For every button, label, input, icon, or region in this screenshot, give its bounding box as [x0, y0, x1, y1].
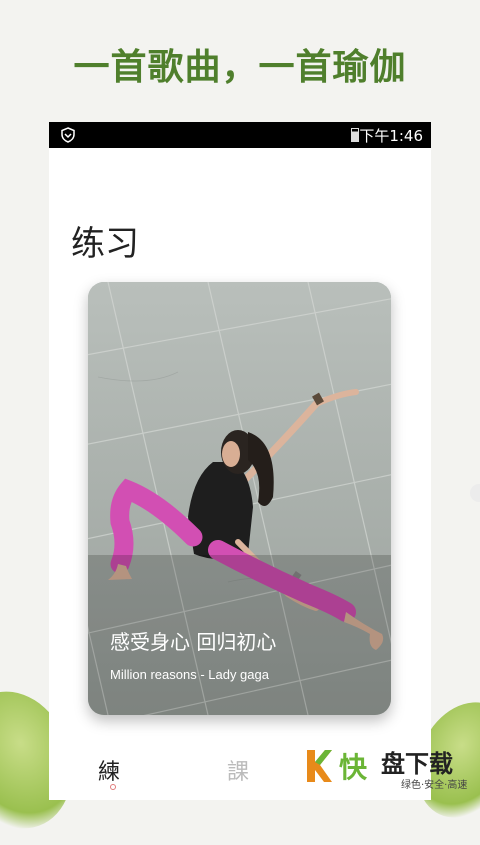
watermark-tagline: 绿色·安全·高速 — [401, 780, 468, 791]
practice-card[interactable]: 感受身心 回归初心 Million reasons - Lady gaga — [88, 282, 391, 715]
status-time: 下午1:46 — [359, 127, 423, 145]
card-song-title: Million reasons - Lady gaga — [110, 667, 269, 682]
page-title: 练习 — [71, 224, 139, 264]
watermark-main: 快 — [339, 751, 368, 784]
tab-practice[interactable]: 練 — [98, 754, 120, 786]
tab-courses[interactable]: 課 — [227, 754, 249, 786]
status-bar: 下午1:46 — [49, 122, 431, 148]
watermark-brand: 盘下载 — [381, 750, 453, 778]
battery-icon — [351, 128, 359, 142]
promo-title: 一首歌曲，一首瑜伽 — [73, 46, 407, 88]
k-logo-icon — [307, 750, 332, 782]
phone-screen: 下午1:46 练习 感受身心 回归初心 Million reasons - La… — [49, 122, 431, 800]
watermark-logo: 快 盘下载 绿色·安全·高速 — [305, 742, 480, 800]
edge-handle — [470, 484, 480, 502]
card-headline: 感受身心 回归初心 — [110, 630, 277, 654]
shield-icon — [61, 127, 75, 143]
active-tab-indicator — [110, 784, 116, 790]
